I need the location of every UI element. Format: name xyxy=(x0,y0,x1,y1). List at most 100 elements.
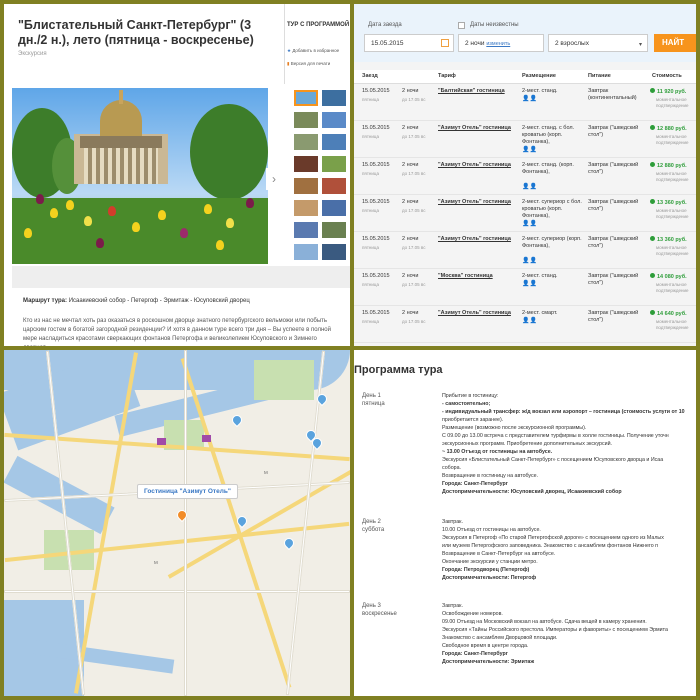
table-row[interactable]: 15.05.2015 пятница 2 ночи до 17.05 вс "Москв… xyxy=(354,269,696,306)
meal-plan: Завтрак ("шведский стол") xyxy=(588,162,639,175)
printer-icon: ▮ xyxy=(287,61,290,66)
calendar-icon[interactable] xyxy=(441,39,449,47)
thumbnail[interactable] xyxy=(322,200,346,216)
meal-plan: Завтрак ("шведский стол") xyxy=(588,199,639,212)
date-label: Дата заезда xyxy=(368,22,402,28)
confirmation-note: моментальное подтверждение xyxy=(656,134,689,145)
thumbnail[interactable] xyxy=(322,156,346,172)
thumbnail[interactable] xyxy=(294,244,318,260)
thumbnail[interactable] xyxy=(322,244,346,260)
thumbnail[interactable] xyxy=(294,222,318,238)
col-room: Размещение xyxy=(522,73,556,79)
thumbnail[interactable] xyxy=(294,178,318,194)
map-panel[interactable]: М М Гостиница "Азимут Отель" xyxy=(4,350,350,696)
departure: до 17.05 вс xyxy=(402,171,426,176)
guests-icon: 👤👤 xyxy=(522,147,537,153)
departure: до 17.05 вс xyxy=(402,208,426,213)
next-photo-button[interactable]: › xyxy=(266,168,282,190)
chevron-down-icon: ▾ xyxy=(638,42,642,48)
metro-icon xyxy=(157,438,166,445)
unknown-dates-checkbox[interactable] xyxy=(458,22,465,29)
add-favorite-link[interactable]: ★ Добавить в избранное xyxy=(287,48,339,54)
map-pin[interactable] xyxy=(229,412,245,428)
arrival-date: 15.05.2015 xyxy=(362,273,390,279)
program-heading: Программа тура xyxy=(354,364,443,376)
thumbnail[interactable] xyxy=(322,90,346,106)
arrival-weekday: пятница xyxy=(362,171,380,176)
price: 14 080 руб. xyxy=(650,273,687,281)
room-type: 2-мест. станд. (корп. Фонтанка), xyxy=(522,162,574,175)
thumbnail[interactable] xyxy=(322,134,346,150)
arrival-weekday: пятница xyxy=(362,208,380,213)
find-button[interactable]: НАЙТ xyxy=(654,34,696,52)
nights: 2 ночи xyxy=(402,236,419,242)
nights: 2 ночи xyxy=(402,162,419,168)
city-map[interactable]: М М Гостиница "Азимут Отель" xyxy=(4,350,350,696)
change-nights-link[interactable]: изменить xyxy=(486,41,510,47)
search-bar: Дата заезда Даты неизвестны 15.05.2015 2… xyxy=(354,4,696,62)
arrival-weekday: пятница xyxy=(362,282,380,287)
room-type: 2-мест. супериор с бол. кроватью (корп. … xyxy=(522,199,582,219)
program-day-text: Прибытие в гостиницу: - самостоятельно; - … xyxy=(442,393,685,495)
thumbnail[interactable] xyxy=(322,222,346,238)
confirmation-note: моментальное подтверждение xyxy=(656,245,689,256)
arrival-date: 15.05.2015 xyxy=(362,199,390,205)
col-arrival: Заезд xyxy=(362,73,378,79)
hotel-link[interactable]: "Азимут Отель" гостиница xyxy=(438,162,514,169)
meal-plan: Завтрак (континентальный) xyxy=(588,88,637,101)
tour-sidebar xyxy=(284,4,350,84)
print-version-link[interactable]: ▮ Версия для печати xyxy=(287,61,330,67)
hotel-tooltip: Гостиница "Азимут Отель" xyxy=(137,484,238,499)
hotel-link[interactable]: "Москва" гостиница xyxy=(438,273,514,280)
col-price: Стоимость xyxy=(652,73,682,79)
thumbnail[interactable] xyxy=(294,200,318,216)
room-type: 2-мест. станд. xyxy=(522,273,558,279)
metro-label: М xyxy=(264,470,268,475)
thumbnail[interactable] xyxy=(294,156,318,172)
metro-label: М xyxy=(154,560,158,565)
confirmation-note: моментальное подтверждение xyxy=(656,171,689,182)
confirmation-note: моментальное подтверждение xyxy=(656,319,689,330)
thumbnail[interactable] xyxy=(322,178,346,194)
hotel-link[interactable]: "Азимут Отель" гостиница xyxy=(438,199,514,206)
guests-icon: 👤👤 xyxy=(522,221,537,227)
tour-panel: "Блистательный Санкт-Петербург" (3 дн./2… xyxy=(4,4,350,346)
thumbnail[interactable] xyxy=(294,90,318,106)
star-icon: ★ xyxy=(287,48,292,53)
program-panel: Программа тура День 1 пятница Прибытие в г… xyxy=(354,350,696,696)
nights-field[interactable]: 2 ночи изменить xyxy=(458,34,544,52)
table-row[interactable]: 15.05.2015 пятница 2 ночи до 17.05 вс "Азиму… xyxy=(354,306,696,343)
hotel-link[interactable]: "Азимут Отель" гостиница xyxy=(438,310,514,317)
confirmation-note: моментальное подтверждение xyxy=(656,208,689,219)
date-field[interactable]: 15.05.2015 xyxy=(364,34,454,52)
nights: 2 ночи xyxy=(402,125,419,131)
price: 13 360 руб. xyxy=(650,236,687,244)
guests-select[interactable]: 2 взрослых ▾ xyxy=(548,34,648,52)
table-row[interactable]: 15.05.2015 пятница 2 ночи до 17.05 вс "Балти… xyxy=(354,84,696,121)
guests-icon: 👤👤 xyxy=(522,96,537,102)
table-row[interactable]: 15.05.2015 пятница 2 ночи до 17.05 вс "Азиму… xyxy=(354,158,696,195)
program-day-text: Завтрак. Освобождение номеров. 09.00 Отъез… xyxy=(442,603,668,665)
guests-icon: 👤👤 xyxy=(522,258,537,264)
table-row[interactable]: 15.05.2015 пятница 2 ночи до 17.05 вс "Азиму… xyxy=(354,232,696,269)
table-row[interactable]: 15.05.2015 пятница 2 ночи до 17.05 вс "Азиму… xyxy=(354,195,696,232)
thumbnail[interactable] xyxy=(294,134,318,150)
col-tariff: Тариф xyxy=(438,73,456,79)
room-type: 2-мест. супериор (корп. Фонтанка), xyxy=(522,236,582,249)
metro-icon xyxy=(202,435,211,442)
map-pin[interactable] xyxy=(281,535,297,551)
thumbnail[interactable] xyxy=(322,112,346,128)
arrival-date: 15.05.2015 xyxy=(362,88,390,94)
table-row[interactable]: 15.05.2015 пятница 2 ночи до 17.05 вс "Азиму… xyxy=(354,121,696,158)
hotel-link[interactable]: "Балтийская" гостиница xyxy=(438,88,514,95)
arrival-date: 15.05.2015 xyxy=(362,125,390,131)
confirmation-note: моментальное подтверждение xyxy=(656,282,689,293)
meal-plan: Завтрак ("шведский стол") xyxy=(588,310,639,323)
price: 14 640 руб. xyxy=(650,310,687,318)
thumbnail[interactable] xyxy=(294,112,318,128)
meal-plan: Завтрак ("шведский стол") xyxy=(588,125,639,138)
guests-icon: 👤👤 xyxy=(522,184,537,190)
hotel-link[interactable]: "Азимут Отель" гостиница xyxy=(438,236,514,243)
hotel-link[interactable]: "Азимут Отель" гостиница xyxy=(438,125,514,132)
meal-plan: Завтрак ("шведский стол") xyxy=(588,236,639,249)
